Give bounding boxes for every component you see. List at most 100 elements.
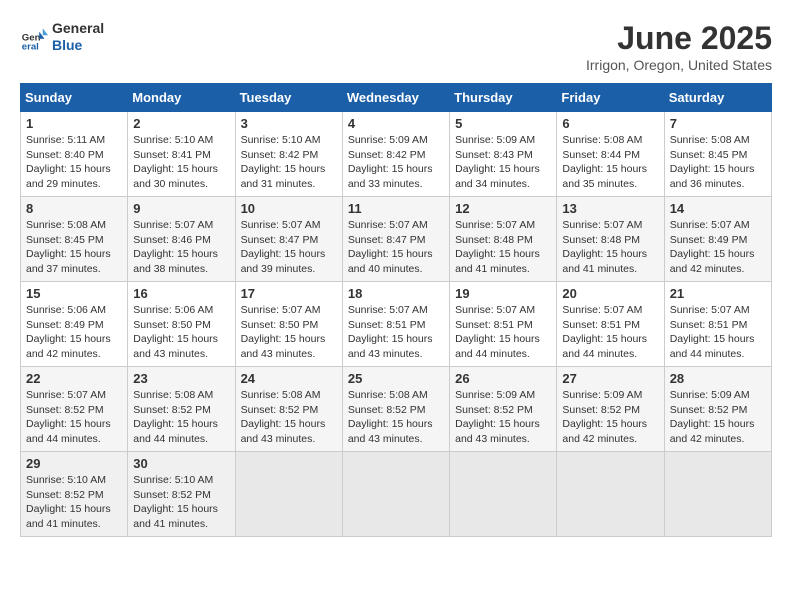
day-info: Sunrise: 5:08 AM Sunset: 8:52 PM Dayligh…	[348, 388, 444, 447]
day-info: Sunrise: 5:07 AM Sunset: 8:51 PM Dayligh…	[455, 303, 551, 362]
day-number: 27	[562, 371, 658, 386]
day-info: Sunrise: 5:08 AM Sunset: 8:45 PM Dayligh…	[670, 133, 766, 192]
day-number: 28	[670, 371, 766, 386]
logo-blue-text: Blue	[52, 37, 104, 54]
day-number: 10	[241, 201, 337, 216]
calendar-header-row: Sunday Monday Tuesday Wednesday Thursday…	[21, 84, 772, 112]
day-info: Sunrise: 5:07 AM Sunset: 8:48 PM Dayligh…	[455, 218, 551, 277]
day-info: Sunrise: 5:08 AM Sunset: 8:52 PM Dayligh…	[241, 388, 337, 447]
calendar-cell	[450, 452, 557, 537]
day-number: 7	[670, 116, 766, 131]
day-number: 4	[348, 116, 444, 131]
day-number: 29	[26, 456, 122, 471]
day-number: 26	[455, 371, 551, 386]
calendar-cell: 18 Sunrise: 5:07 AM Sunset: 8:51 PM Dayl…	[342, 282, 449, 367]
day-number: 15	[26, 286, 122, 301]
col-wednesday: Wednesday	[342, 84, 449, 112]
col-tuesday: Tuesday	[235, 84, 342, 112]
day-number: 12	[455, 201, 551, 216]
day-number: 17	[241, 286, 337, 301]
calendar-cell: 6 Sunrise: 5:08 AM Sunset: 8:44 PM Dayli…	[557, 112, 664, 197]
calendar-cell: 13 Sunrise: 5:07 AM Sunset: 8:48 PM Dayl…	[557, 197, 664, 282]
day-info: Sunrise: 5:10 AM Sunset: 8:42 PM Dayligh…	[241, 133, 337, 192]
day-info: Sunrise: 5:07 AM Sunset: 8:47 PM Dayligh…	[348, 218, 444, 277]
day-number: 11	[348, 201, 444, 216]
day-info: Sunrise: 5:09 AM Sunset: 8:52 PM Dayligh…	[562, 388, 658, 447]
calendar-table: Sunday Monday Tuesday Wednesday Thursday…	[20, 83, 772, 537]
calendar-cell	[664, 452, 771, 537]
day-info: Sunrise: 5:08 AM Sunset: 8:52 PM Dayligh…	[133, 388, 229, 447]
day-number: 22	[26, 371, 122, 386]
day-number: 13	[562, 201, 658, 216]
title-block: June 2025 Irrigon, Oregon, United States	[586, 20, 772, 73]
svg-text:eral: eral	[22, 41, 39, 51]
day-number: 14	[670, 201, 766, 216]
logo-icon: Gen eral	[20, 23, 48, 51]
day-number: 21	[670, 286, 766, 301]
day-info: Sunrise: 5:07 AM Sunset: 8:51 PM Dayligh…	[562, 303, 658, 362]
calendar-cell: 15 Sunrise: 5:06 AM Sunset: 8:49 PM Dayl…	[21, 282, 128, 367]
day-info: Sunrise: 5:09 AM Sunset: 8:52 PM Dayligh…	[670, 388, 766, 447]
day-info: Sunrise: 5:07 AM Sunset: 8:49 PM Dayligh…	[670, 218, 766, 277]
day-info: Sunrise: 5:06 AM Sunset: 8:50 PM Dayligh…	[133, 303, 229, 362]
day-info: Sunrise: 5:07 AM Sunset: 8:51 PM Dayligh…	[348, 303, 444, 362]
day-number: 3	[241, 116, 337, 131]
day-info: Sunrise: 5:10 AM Sunset: 8:41 PM Dayligh…	[133, 133, 229, 192]
calendar-cell: 20 Sunrise: 5:07 AM Sunset: 8:51 PM Dayl…	[557, 282, 664, 367]
day-info: Sunrise: 5:07 AM Sunset: 8:50 PM Dayligh…	[241, 303, 337, 362]
calendar-cell: 12 Sunrise: 5:07 AM Sunset: 8:48 PM Dayl…	[450, 197, 557, 282]
calendar-cell: 16 Sunrise: 5:06 AM Sunset: 8:50 PM Dayl…	[128, 282, 235, 367]
calendar-cell: 14 Sunrise: 5:07 AM Sunset: 8:49 PM Dayl…	[664, 197, 771, 282]
day-info: Sunrise: 5:09 AM Sunset: 8:42 PM Dayligh…	[348, 133, 444, 192]
day-info: Sunrise: 5:07 AM Sunset: 8:52 PM Dayligh…	[26, 388, 122, 447]
day-info: Sunrise: 5:06 AM Sunset: 8:49 PM Dayligh…	[26, 303, 122, 362]
calendar-cell: 5 Sunrise: 5:09 AM Sunset: 8:43 PM Dayli…	[450, 112, 557, 197]
calendar-cell: 19 Sunrise: 5:07 AM Sunset: 8:51 PM Dayl…	[450, 282, 557, 367]
day-number: 9	[133, 201, 229, 216]
calendar-cell: 11 Sunrise: 5:07 AM Sunset: 8:47 PM Dayl…	[342, 197, 449, 282]
calendar-cell: 7 Sunrise: 5:08 AM Sunset: 8:45 PM Dayli…	[664, 112, 771, 197]
day-info: Sunrise: 5:07 AM Sunset: 8:51 PM Dayligh…	[670, 303, 766, 362]
calendar-cell: 3 Sunrise: 5:10 AM Sunset: 8:42 PM Dayli…	[235, 112, 342, 197]
logo: Gen eral General Blue	[20, 20, 104, 54]
calendar-cell: 30 Sunrise: 5:10 AM Sunset: 8:52 PM Dayl…	[128, 452, 235, 537]
col-friday: Friday	[557, 84, 664, 112]
day-info: Sunrise: 5:08 AM Sunset: 8:44 PM Dayligh…	[562, 133, 658, 192]
calendar-body: 1 Sunrise: 5:11 AM Sunset: 8:40 PM Dayli…	[21, 112, 772, 537]
day-number: 8	[26, 201, 122, 216]
day-info: Sunrise: 5:09 AM Sunset: 8:52 PM Dayligh…	[455, 388, 551, 447]
day-info: Sunrise: 5:07 AM Sunset: 8:46 PM Dayligh…	[133, 218, 229, 277]
logo-text: General Blue	[52, 20, 104, 54]
calendar-cell: 28 Sunrise: 5:09 AM Sunset: 8:52 PM Dayl…	[664, 367, 771, 452]
day-info: Sunrise: 5:09 AM Sunset: 8:43 PM Dayligh…	[455, 133, 551, 192]
calendar-cell: 23 Sunrise: 5:08 AM Sunset: 8:52 PM Dayl…	[128, 367, 235, 452]
month-year-title: June 2025	[586, 20, 772, 57]
calendar-cell: 1 Sunrise: 5:11 AM Sunset: 8:40 PM Dayli…	[21, 112, 128, 197]
day-number: 2	[133, 116, 229, 131]
calendar-cell: 4 Sunrise: 5:09 AM Sunset: 8:42 PM Dayli…	[342, 112, 449, 197]
calendar-cell: 10 Sunrise: 5:07 AM Sunset: 8:47 PM Dayl…	[235, 197, 342, 282]
day-info: Sunrise: 5:10 AM Sunset: 8:52 PM Dayligh…	[26, 473, 122, 532]
day-number: 30	[133, 456, 229, 471]
location-subtitle: Irrigon, Oregon, United States	[586, 57, 772, 73]
day-number: 1	[26, 116, 122, 131]
page-header: Gen eral General Blue June 2025 Irrigon,…	[20, 20, 772, 73]
col-saturday: Saturday	[664, 84, 771, 112]
calendar-cell	[235, 452, 342, 537]
day-number: 23	[133, 371, 229, 386]
calendar-cell	[342, 452, 449, 537]
day-number: 5	[455, 116, 551, 131]
col-thursday: Thursday	[450, 84, 557, 112]
calendar-cell: 22 Sunrise: 5:07 AM Sunset: 8:52 PM Dayl…	[21, 367, 128, 452]
col-monday: Monday	[128, 84, 235, 112]
day-info: Sunrise: 5:07 AM Sunset: 8:48 PM Dayligh…	[562, 218, 658, 277]
day-number: 20	[562, 286, 658, 301]
calendar-cell: 21 Sunrise: 5:07 AM Sunset: 8:51 PM Dayl…	[664, 282, 771, 367]
day-number: 24	[241, 371, 337, 386]
day-info: Sunrise: 5:07 AM Sunset: 8:47 PM Dayligh…	[241, 218, 337, 277]
calendar-cell	[557, 452, 664, 537]
calendar-cell: 17 Sunrise: 5:07 AM Sunset: 8:50 PM Dayl…	[235, 282, 342, 367]
calendar-cell: 2 Sunrise: 5:10 AM Sunset: 8:41 PM Dayli…	[128, 112, 235, 197]
day-number: 16	[133, 286, 229, 301]
calendar-cell: 29 Sunrise: 5:10 AM Sunset: 8:52 PM Dayl…	[21, 452, 128, 537]
